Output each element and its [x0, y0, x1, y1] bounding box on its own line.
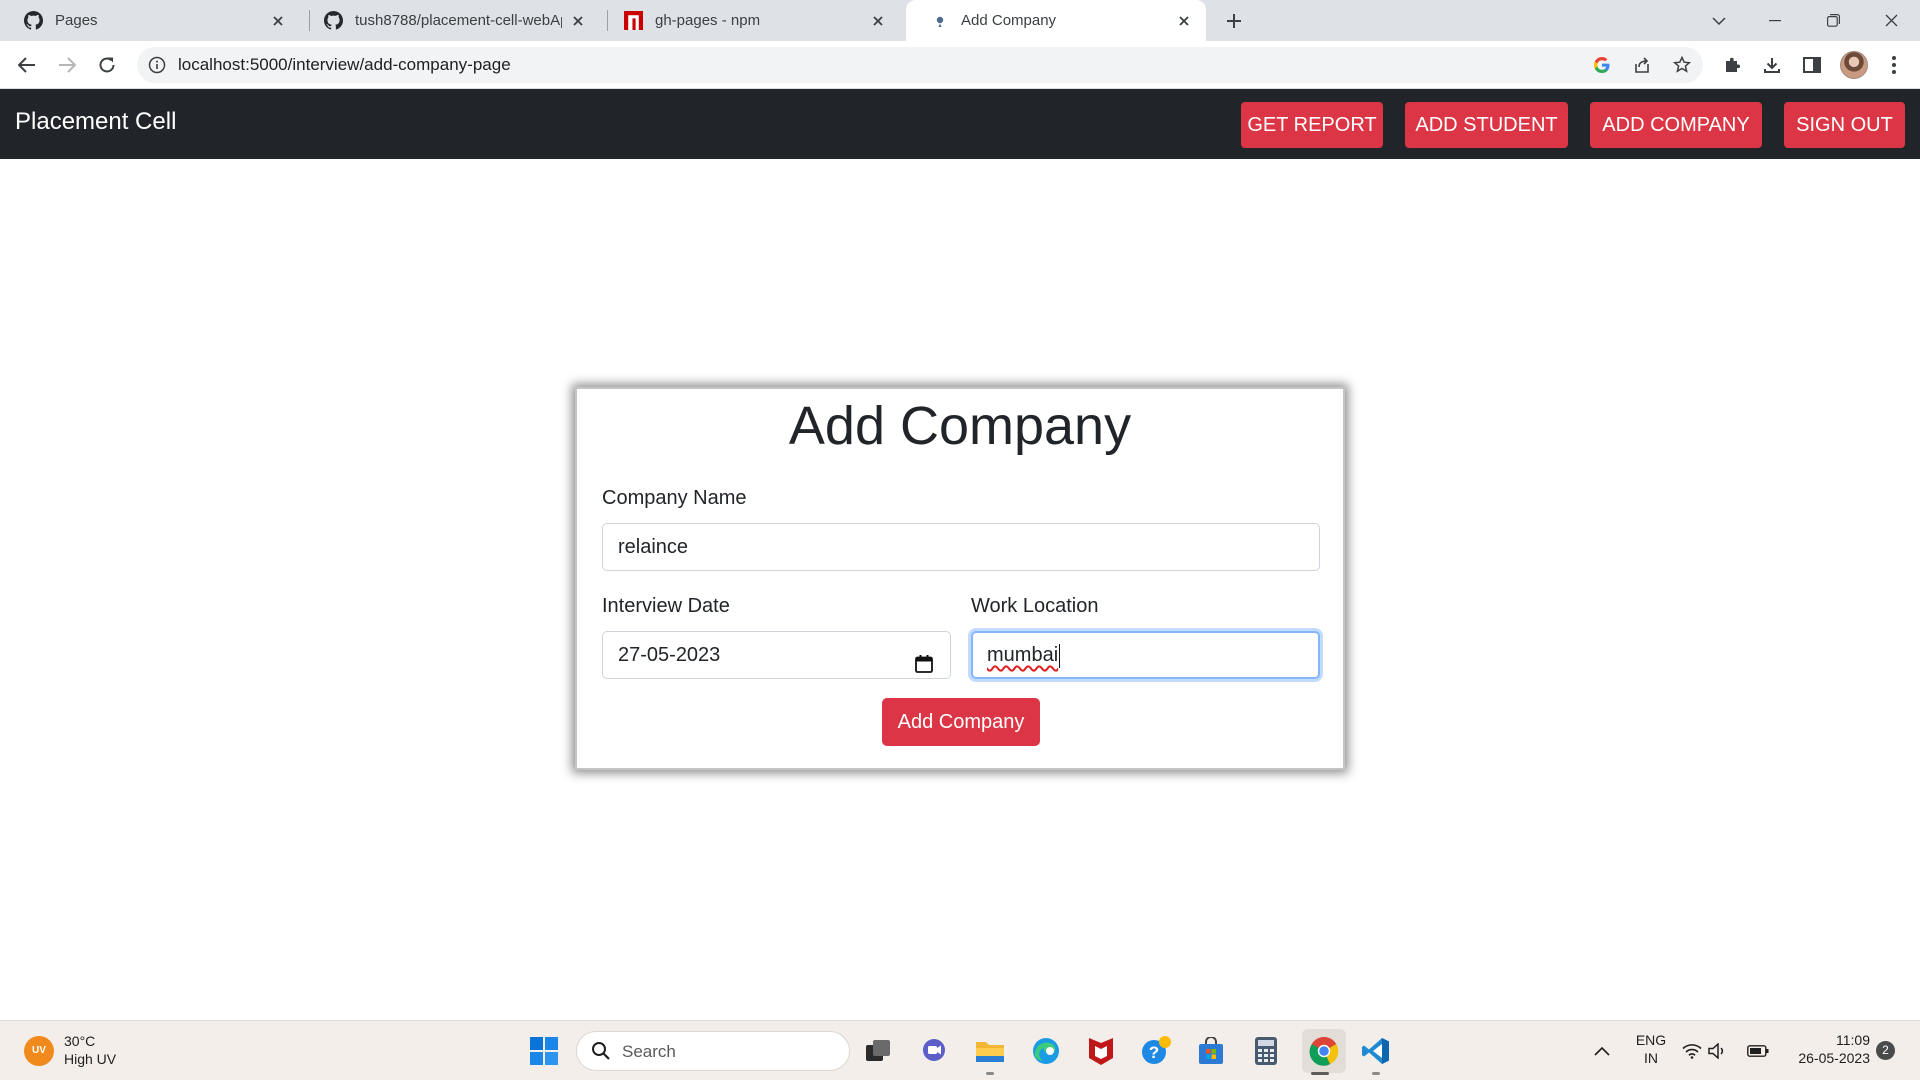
calculator-icon[interactable] [1248, 1033, 1284, 1069]
company-name-value: relaince [618, 536, 689, 558]
work-location-value: mumbai [987, 644, 1059, 666]
new-tab-button[interactable] [1221, 8, 1247, 34]
site-info-icon[interactable] [148, 56, 166, 74]
add-student-button[interactable]: ADD STUDENT [1405, 102, 1568, 148]
tab-title: Pages [55, 12, 98, 29]
edge-browser-icon[interactable] [1028, 1033, 1064, 1069]
windows-start-icon[interactable] [526, 1033, 562, 1069]
download-icon[interactable] [1756, 49, 1788, 81]
sign-out-button[interactable]: SIGN OUT [1784, 102, 1905, 148]
interview-date-input[interactable]: 27-05-2023 [602, 631, 951, 679]
interview-date-value: 27-05-2023 [618, 644, 721, 666]
more-menu-icon[interactable] [1878, 49, 1910, 81]
calendar-icon[interactable] [914, 645, 934, 673]
windows-taskbar: UV 30°C High UV Search ? ENG IN 11:09 26… [0, 1020, 1920, 1080]
mcafee-icon[interactable] [1083, 1033, 1119, 1069]
back-arrow-icon[interactable] [11, 49, 43, 81]
close-icon[interactable] [270, 13, 286, 29]
company-name-label: Company Name [602, 487, 747, 509]
battery-icon[interactable] [1744, 1033, 1772, 1069]
url-text: localhost:5000/interview/add-company-pag… [178, 55, 511, 74]
extensions-icon[interactable] [1716, 49, 1748, 81]
browser-tab-npm[interactable]: gh-pages - npm [600, 0, 900, 41]
search-label: Search [622, 1042, 676, 1061]
work-location-input[interactable]: mumbai [971, 631, 1320, 679]
close-icon[interactable] [870, 13, 886, 29]
profile-avatar[interactable] [1840, 51, 1868, 79]
running-indicator [986, 1072, 994, 1075]
notification-badge[interactable]: 2 [1876, 1041, 1895, 1060]
weather-condition: High UV [64, 1051, 117, 1067]
tab-title: Add Company [961, 12, 1057, 29]
work-location-label: Work Location [971, 595, 1099, 617]
vscode-icon[interactable] [1358, 1033, 1394, 1069]
microsoft-store-icon[interactable] [1193, 1033, 1229, 1069]
browser-toolbar: localhost:5000/interview/add-company-pag… [0, 41, 1920, 89]
language-indicator[interactable]: ENG IN [1628, 1031, 1674, 1067]
page-title: Add Company [788, 396, 1132, 456]
address-bar[interactable]: localhost:5000/interview/add-company-pag… [137, 47, 1703, 83]
region-code: IN [1644, 1050, 1658, 1066]
browser-tab-strip: Pages tush8788/placement-cell-webApp gh-… [0, 0, 1920, 41]
wifi-icon[interactable] [1680, 1033, 1704, 1069]
volume-icon[interactable] [1706, 1033, 1730, 1069]
side-panel-icon[interactable] [1796, 49, 1828, 81]
page-icon [930, 11, 949, 30]
npm-icon [624, 11, 643, 30]
chrome-icon[interactable] [1302, 1029, 1346, 1073]
get-help-icon[interactable]: ? [1138, 1033, 1174, 1069]
taskbar-search-box[interactable]: Search [576, 1031, 850, 1071]
browser-tab-pages[interactable]: Pages [0, 0, 300, 41]
text-caret [1059, 643, 1061, 668]
reload-icon[interactable] [91, 49, 123, 81]
tab-title: gh-pages - npm [655, 12, 761, 29]
bookmark-star-icon[interactable] [1671, 54, 1693, 76]
google-icon[interactable] [1591, 54, 1613, 76]
close-icon[interactable] [1176, 13, 1192, 29]
get-report-button[interactable]: GET REPORT [1241, 102, 1383, 148]
clock-date: 26-05-2023 [1798, 1050, 1870, 1066]
forward-arrow-icon[interactable] [51, 49, 83, 81]
weather-uv-icon[interactable]: UV [24, 1036, 54, 1066]
share-icon[interactable] [1631, 54, 1653, 76]
language-code: ENG [1635, 1032, 1667, 1048]
file-explorer-icon[interactable] [972, 1033, 1008, 1069]
clock[interactable]: 11:09 26-05-2023 [1780, 1031, 1870, 1067]
github-icon [24, 11, 43, 30]
active-indicator [1311, 1072, 1329, 1075]
add-company-card: Add Company Company Name relaince Interv… [575, 387, 1345, 770]
interview-date-label: Interview Date [602, 595, 730, 617]
chevron-up-icon[interactable] [1584, 1033, 1620, 1069]
brand-title[interactable]: Placement Cell [15, 108, 176, 136]
close-icon[interactable] [570, 13, 586, 29]
teams-chat-icon[interactable] [916, 1033, 952, 1069]
tab-search-icon[interactable] [1696, 0, 1742, 41]
weather-temp: 30°C [64, 1033, 96, 1049]
running-indicator [1372, 1072, 1380, 1075]
search-icon [591, 1041, 611, 1066]
minimize-icon[interactable] [1752, 0, 1798, 41]
restore-icon[interactable] [1810, 0, 1856, 41]
clock-time: 11:09 [1836, 1032, 1870, 1048]
add-company-submit-button[interactable]: Add Company [882, 698, 1040, 746]
close-window-icon[interactable] [1868, 0, 1914, 41]
github-icon [324, 11, 343, 30]
task-view-icon[interactable] [860, 1033, 896, 1069]
app-navbar: Placement Cell GET REPORT ADD STUDENT AD… [0, 89, 1920, 159]
company-name-input[interactable]: relaince [602, 523, 1320, 571]
browser-tab-add-company[interactable]: Add Company [906, 0, 1206, 41]
add-company-nav-button[interactable]: ADD COMPANY [1590, 102, 1762, 148]
svg-text:?: ? [1149, 1043, 1159, 1062]
browser-tab-github-repo[interactable]: tush8788/placement-cell-webApp [300, 0, 600, 41]
weather-widget[interactable]: 30°C High UV [64, 1032, 116, 1068]
tab-title: tush8788/placement-cell-webApp [355, 12, 562, 29]
